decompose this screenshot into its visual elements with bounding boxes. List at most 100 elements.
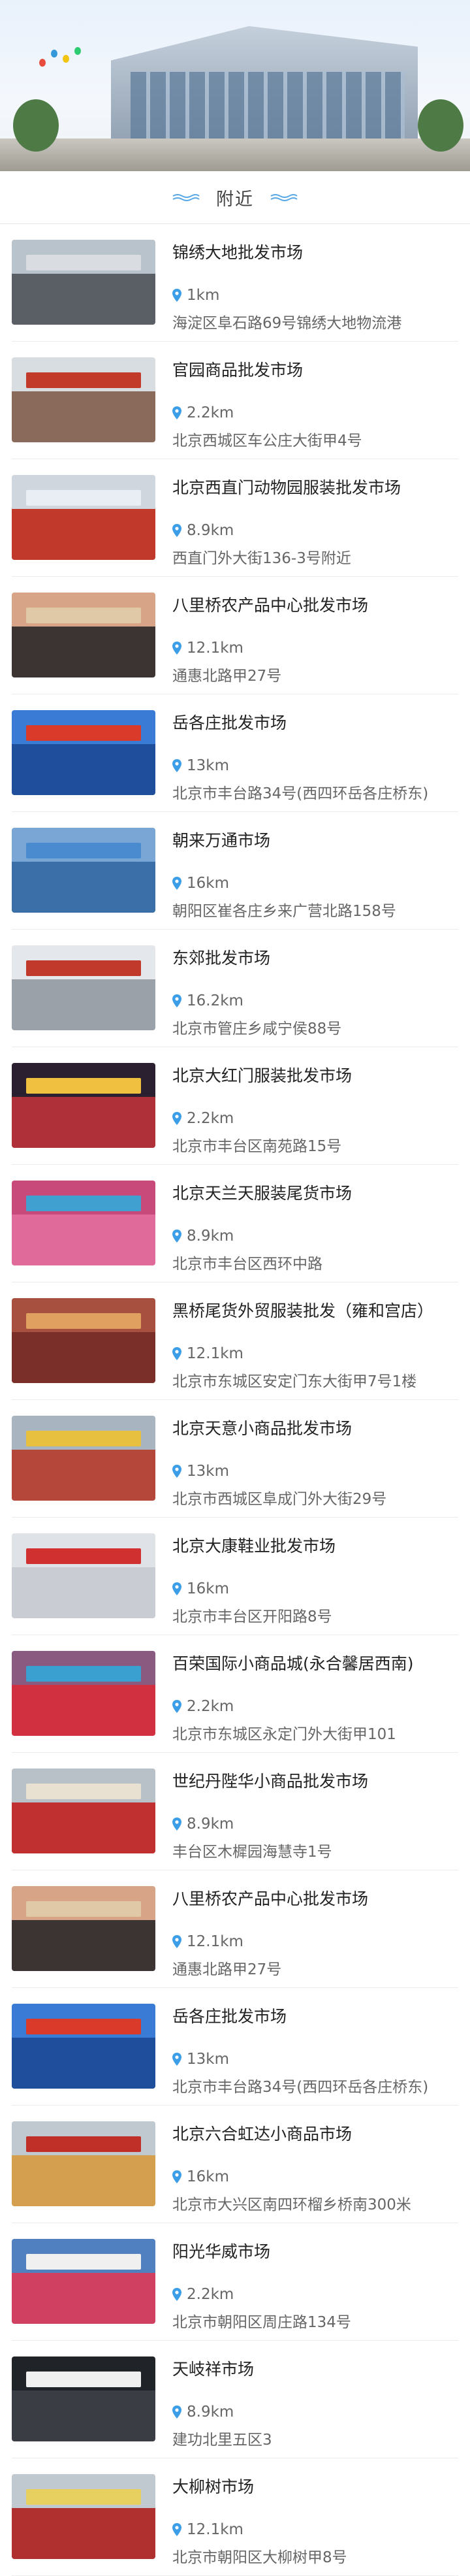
list-item[interactable]: 东郊批发市场 16.2km 北京市管庄乡咸宁侯88号 xyxy=(0,930,470,1047)
distance-text: 8.9km xyxy=(187,1228,234,1245)
market-name: 八里桥农产品中心批发市场 xyxy=(172,596,369,615)
location-pin-icon xyxy=(172,1230,181,1243)
street-ground xyxy=(0,139,470,171)
list-item[interactable]: 北京西直门动物园服装批发市场 8.9km 西直门外大街136-3号附近 xyxy=(0,459,470,577)
distance-text: 2.2km xyxy=(187,1110,234,1127)
market-name: 天岐祥市场 xyxy=(172,2360,255,2379)
distance-row: 13km xyxy=(172,2051,470,2068)
balloons-decoration xyxy=(39,46,91,72)
nearby-section-header: 附近 xyxy=(0,171,470,224)
list-item[interactable]: 黑桥尾货外贸服装批发（雍和宫店） 12.1km 北京市东城区安定门东大街甲7号1楼 xyxy=(0,1282,470,1400)
distance-row: 8.9km xyxy=(172,522,470,539)
list-item[interactable]: 锦绣大地批发市场 1km 海淀区阜石路69号锦绣大地物流港 xyxy=(0,224,470,342)
location-pin-icon xyxy=(172,642,181,655)
distance-text: 8.9km xyxy=(187,2404,234,2421)
distance-row: 12.1km xyxy=(172,1933,470,1950)
list-item[interactable]: 八里桥农产品中心批发市场 12.1km 通惠北路甲27号 xyxy=(0,1870,470,1988)
list-item[interactable]: 岳各庄批发市场 13km 北京市丰台路34号(西四环岳各庄桥东) xyxy=(0,694,470,812)
wave-left-icon xyxy=(172,194,200,201)
address-text: 北京市西城区阜成门外大街29号 xyxy=(172,1491,387,1508)
market-name: 黑桥尾货外贸服装批发（雍和宫店） xyxy=(172,1301,434,1320)
address-text: 北京市朝阳区周庄路134号 xyxy=(172,2314,351,2331)
distance-text: 13km xyxy=(187,1463,229,1480)
list-item[interactable]: 八里桥农产品中心批发市场 12.1km 通惠北路甲27号 xyxy=(0,577,470,694)
list-item[interactable]: 天岐祥市场 8.9km 建功北里五区3 xyxy=(0,2341,470,2458)
market-thumbnail xyxy=(12,2121,155,2206)
market-name: 东郊批发市场 xyxy=(172,949,271,968)
list-item[interactable]: 官园商品批发市场 2.2km 北京西城区车公庄大街甲4号 xyxy=(0,342,470,459)
address-text: 北京市大兴区南四环榴乡桥南300米 xyxy=(172,2196,411,2213)
section-title: 附近 xyxy=(216,189,254,210)
list-item[interactable]: 朝来万通市场 16km 朝阳区崔各庄乡来广营北路158号 xyxy=(0,812,470,930)
list-item[interactable]: 北京天意小商品批发市场 13km 北京市西城区阜成门外大街29号 xyxy=(0,1400,470,1518)
market-thumbnail xyxy=(12,1416,155,1501)
list-item[interactable]: 世纪丹陛华小商品批发市场 8.9km 丰台区木樨园海慧寺1号 xyxy=(0,1753,470,1870)
distance-row: 8.9km xyxy=(172,2404,470,2421)
market-name: 北京天意小商品批发市场 xyxy=(172,1419,352,1438)
market-name: 北京大红门服装批发市场 xyxy=(172,1066,352,1085)
location-pin-icon xyxy=(172,524,181,537)
location-pin-icon xyxy=(172,2288,181,2301)
market-name: 岳各庄批发市场 xyxy=(172,713,287,732)
distance-row: 12.1km xyxy=(172,1345,470,1362)
address-text: 北京市丰台区南苑路15号 xyxy=(172,1138,342,1155)
distance-row: 2.2km xyxy=(172,1110,470,1127)
distance-row: 16km xyxy=(172,1580,470,1597)
location-pin-icon xyxy=(172,1465,181,1478)
address-text: 朝阳区崔各庄乡来广营北路158号 xyxy=(172,903,396,920)
address-text: 北京市东城区永定门外大街甲101 xyxy=(172,1726,396,1743)
address-text: 北京市丰台路34号(西四环岳各庄桥东) xyxy=(172,785,429,802)
address-text: 海淀区阜石路69号锦绣大地物流港 xyxy=(172,315,402,332)
market-name: 朝来万通市场 xyxy=(172,831,271,850)
market-thumbnail xyxy=(12,240,155,325)
market-name: 大柳树市场 xyxy=(172,2477,255,2496)
address-text: 通惠北路甲27号 xyxy=(172,1961,282,1978)
location-pin-icon xyxy=(172,289,181,302)
address-text: 北京市东城区安定门东大街甲7号1楼 xyxy=(172,1373,417,1390)
distance-text: 12.1km xyxy=(187,1933,243,1950)
distance-row: 13km xyxy=(172,757,470,774)
distance-text: 2.2km xyxy=(187,2286,234,2303)
list-item[interactable]: 北京六合虹达小商品市场 16km 北京市大兴区南四环榴乡桥南300米 xyxy=(0,2106,470,2223)
market-name: 阳光华威市场 xyxy=(172,2242,271,2261)
distance-text: 16km xyxy=(187,2168,229,2185)
list-item[interactable]: 北京天兰天服装尾货市场 8.9km 北京市丰台区西环中路 xyxy=(0,1165,470,1282)
location-pin-icon xyxy=(172,1700,181,1713)
address-text: 北京市丰台区开阳路8号 xyxy=(172,1608,332,1625)
distance-text: 2.2km xyxy=(187,404,234,421)
list-item[interactable]: 百荣国际小商品城(永合馨居西南) 2.2km 北京市东城区永定门外大街甲101 xyxy=(0,1635,470,1753)
location-pin-icon xyxy=(172,2170,181,2183)
distance-text: 13km xyxy=(187,757,229,774)
market-thumbnail xyxy=(12,710,155,795)
distance-text: 8.9km xyxy=(187,522,234,539)
market-thumbnail xyxy=(12,1063,155,1148)
distance-row: 16km xyxy=(172,2168,470,2185)
list-item[interactable]: 北京大康鞋业批发市场 16km 北京市丰台区开阳路8号 xyxy=(0,1518,470,1635)
market-name: 世纪丹陛华小商品批发市场 xyxy=(172,1772,369,1791)
distance-row: 12.1km xyxy=(172,640,470,657)
distance-text: 16km xyxy=(187,875,229,892)
distance-row: 2.2km xyxy=(172,1698,470,1715)
distance-row: 8.9km xyxy=(172,1816,470,1833)
market-thumbnail xyxy=(12,357,155,442)
list-item[interactable]: 北京大红门服装批发市场 2.2km 北京市丰台区南苑路15号 xyxy=(0,1047,470,1165)
location-pin-icon xyxy=(172,406,181,419)
location-pin-icon xyxy=(172,1347,181,1360)
list-item[interactable]: 阳光华威市场 2.2km 北京市朝阳区周庄路134号 xyxy=(0,2223,470,2341)
market-thumbnail xyxy=(12,593,155,677)
distance-row: 13km xyxy=(172,1463,470,1480)
location-pin-icon xyxy=(172,2053,181,2066)
distance-row: 2.2km xyxy=(172,404,470,421)
address-text: 北京市管庄乡咸宁侯88号 xyxy=(172,1020,342,1037)
distance-text: 1km xyxy=(187,287,220,304)
market-thumbnail xyxy=(12,1651,155,1736)
address-text: 北京市丰台路34号(西四环岳各庄桥东) xyxy=(172,2079,429,2096)
market-thumbnail xyxy=(12,2356,155,2441)
location-pin-icon xyxy=(172,1935,181,1948)
list-item[interactable]: 大柳树市场 12.1km 北京市朝阳区大柳树甲8号 xyxy=(0,2458,470,2576)
list-item[interactable]: 岳各庄批发市场 13km 北京市丰台路34号(西四环岳各庄桥东) xyxy=(0,1988,470,2106)
location-pin-icon xyxy=(172,1582,181,1595)
market-name: 官园商品批发市场 xyxy=(172,361,304,380)
distance-text: 16.2km xyxy=(187,992,243,1009)
wave-right-icon xyxy=(270,194,298,201)
